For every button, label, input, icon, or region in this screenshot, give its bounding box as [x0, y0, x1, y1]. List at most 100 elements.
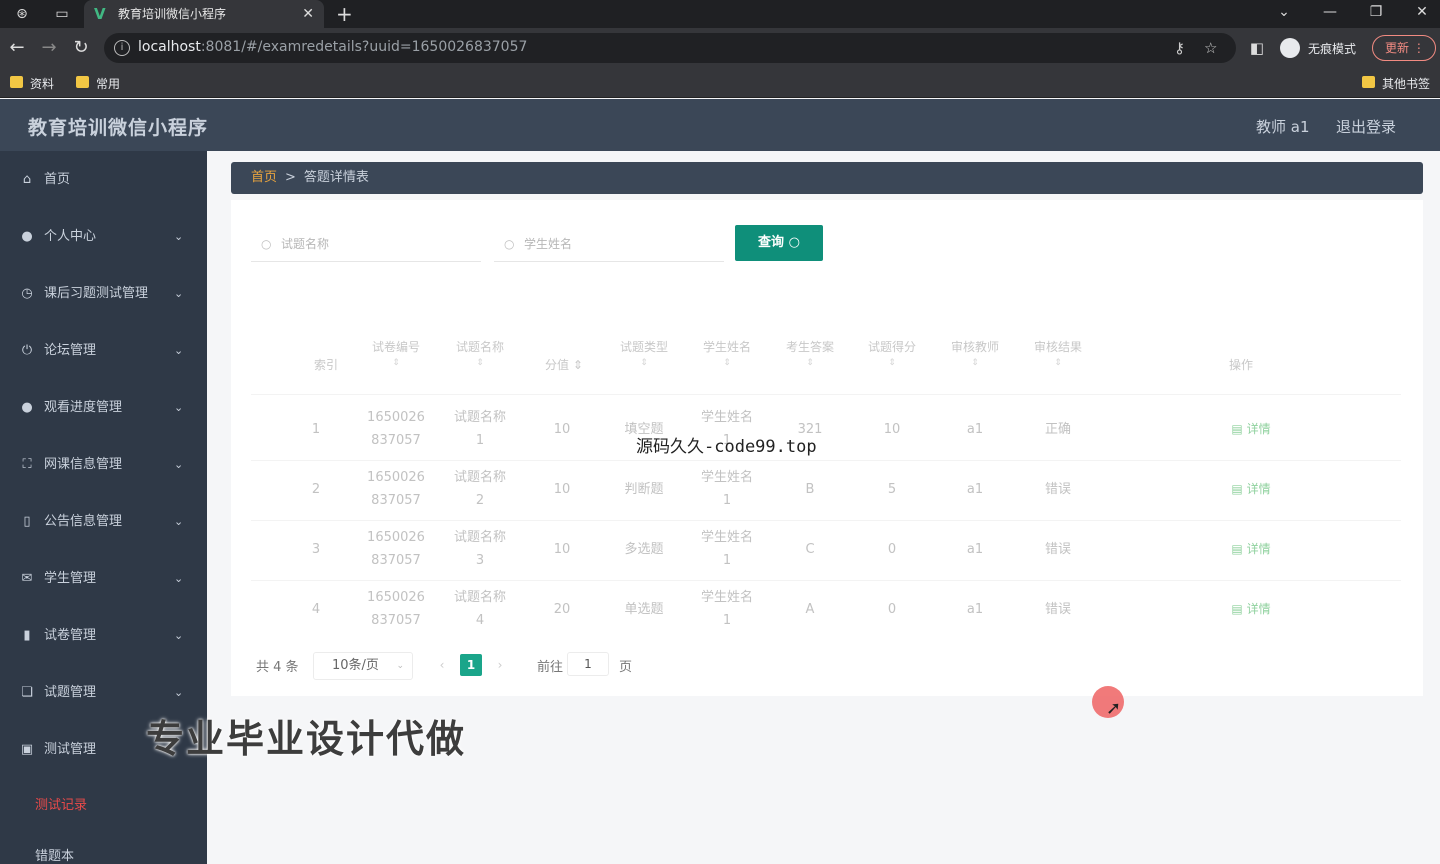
row-divider	[251, 520, 1401, 521]
cell-teacher: a1	[966, 482, 984, 497]
column-header-label: 操作	[1228, 358, 1253, 372]
search-icon: ○	[504, 237, 515, 251]
sidebar-item-profile[interactable]: ● 个人中心 ⌄	[0, 222, 207, 252]
sidebar-item-notices[interactable]: ▯ 公告信息管理 ⌄	[0, 507, 207, 537]
detail-label: 详情	[1246, 602, 1271, 616]
detail-label: 详情	[1246, 542, 1271, 556]
sidepanel-icon[interactable]: ◧	[1246, 39, 1268, 57]
sort-icon: ⇕	[392, 358, 400, 368]
url-host: localhost	[138, 39, 201, 55]
column-header[interactable]: 学生姓名 ⇕	[690, 336, 764, 368]
sidebar-item-forum[interactable]: ⏻ 论坛管理 ⌄	[0, 336, 207, 366]
new-tab-icon[interactable]: +	[336, 0, 353, 28]
folder-icon	[76, 76, 89, 88]
column-header[interactable]: 试题得分 ⇕	[855, 336, 929, 368]
key-icon[interactable]: ⚷	[1174, 39, 1185, 57]
minimize-icon[interactable]: —	[1310, 0, 1350, 28]
input-placeholder: 试题名称	[281, 237, 330, 251]
cell-text: 试题名称	[453, 590, 506, 605]
column-header-label: 考生答案	[785, 340, 834, 354]
query-button-label: 查询	[758, 235, 785, 250]
cell-result: 错误	[1044, 482, 1071, 497]
bookmark-folder[interactable]: 常用	[76, 75, 120, 92]
detail-label: 详情	[1246, 482, 1271, 496]
chevron-down-icon: ⌄	[174, 401, 184, 414]
logout-button[interactable]: 退出登录	[1336, 116, 1396, 137]
column-header[interactable]: 审核教师 ⇕	[938, 336, 1012, 368]
column-header-label: 试卷编号	[371, 340, 420, 354]
page-number-button[interactable]: 1	[460, 654, 482, 676]
goto-suffix: 页	[619, 660, 633, 675]
detail-button[interactable]: ▤ 详情	[1221, 598, 1281, 621]
bookmark-label: 常用	[96, 77, 121, 91]
user-icon: ●	[21, 400, 33, 415]
sidebar-item-questions[interactable]: ❏ 试题管理 ⌄	[0, 678, 207, 708]
cell-text: 1650026	[367, 470, 425, 485]
sort-icon: ⇕	[806, 358, 814, 368]
cell-points: 0	[887, 602, 897, 617]
cell-text: 1650026	[367, 530, 425, 545]
column-header[interactable]: 审核结果 ⇕	[1021, 336, 1095, 368]
detail-button[interactable]: ▤ 详情	[1221, 418, 1281, 441]
chevron-down-icon: ⌄	[174, 629, 184, 642]
other-bookmarks[interactable]: 其他书签	[1362, 75, 1430, 92]
cell-answer: A	[805, 602, 815, 617]
goto-page-input[interactable]: 1	[567, 652, 609, 676]
column-header[interactable]: 分值 ⇕	[527, 354, 601, 376]
chevron-down-icon[interactable]: ⌄	[1264, 0, 1304, 28]
browser-tab[interactable]: V 教育培训微信小程序 ✕	[84, 0, 324, 28]
detail-button[interactable]: ▤ 详情	[1221, 538, 1281, 561]
cell-text: 1	[722, 613, 732, 628]
chevron-down-icon: ⌄	[174, 515, 184, 528]
question-name-input[interactable]: ○ 试题名称	[251, 226, 481, 262]
column-header[interactable]: 索引	[301, 354, 351, 376]
restore-icon[interactable]: ❐	[1356, 0, 1396, 28]
student-name-input[interactable]: ○ 学生姓名	[494, 226, 724, 262]
sidebar-item-students[interactable]: ✉ 学生管理 ⌄	[0, 564, 207, 594]
cell-question: 试题名称 1	[443, 406, 517, 452]
breadcrumb-current: 答题详情表	[303, 170, 369, 185]
sidebar-item-homework[interactable]: ◷ 课后习题测试管理 ⌄	[0, 279, 207, 309]
next-page-button[interactable]: ›	[489, 654, 511, 676]
cell-text: 学生姓名	[700, 530, 753, 545]
column-header[interactable]: 试卷编号 ⇕	[359, 336, 433, 368]
sidebar-subitem-wrong-book[interactable]: 错题本	[35, 845, 74, 864]
cell-result: 错误	[1044, 542, 1071, 557]
page-size-select[interactable]: 10条/页 ⌄	[313, 652, 413, 680]
back-icon[interactable]: ←	[6, 37, 28, 58]
incognito-icon[interactable]	[1280, 38, 1300, 58]
cell-points: 5	[887, 482, 897, 497]
detail-button[interactable]: ▤ 详情	[1221, 478, 1281, 501]
prev-page-button[interactable]: ‹	[431, 654, 453, 676]
tab-overview-icon[interactable]: ▭	[52, 4, 72, 24]
globe-icon[interactable]: ⊛	[12, 4, 32, 24]
column-header-label: 学生姓名	[702, 340, 751, 354]
star-icon[interactable]: ☆	[1204, 39, 1217, 57]
sidebar-subitem-test-records[interactable]: 测试记录	[35, 794, 87, 813]
url-field[interactable]: i localhost:8081/#/examredetails?uuid=16…	[104, 33, 1236, 63]
goto-label: 前往	[537, 660, 564, 675]
column-header[interactable]: 考生答案 ⇕	[773, 336, 847, 368]
column-header-label: 试题得分	[867, 340, 916, 354]
sidebar-item-label: 测试管理	[44, 742, 97, 757]
cell-score: 10	[553, 422, 571, 437]
pagination-total: 共 4 条	[256, 660, 299, 675]
watermark-text: 源码久久-code99.top	[636, 437, 817, 457]
update-button[interactable]: 更新 ⋮	[1372, 35, 1436, 61]
close-window-icon[interactable]: ✕	[1402, 0, 1440, 28]
info-icon[interactable]: i	[114, 40, 130, 56]
bookmark-folder[interactable]: 资料	[10, 75, 54, 92]
forward-icon[interactable]: →	[38, 37, 60, 58]
query-button[interactable]: 查询 ○	[735, 225, 823, 261]
column-header[interactable]: 试题名称 ⇕	[443, 336, 517, 368]
sidebar-item-papers[interactable]: ▮ 试卷管理 ⌄	[0, 621, 207, 651]
column-header[interactable]: 试题类型 ⇕	[607, 336, 681, 368]
sidebar-item-progress[interactable]: ● 观看进度管理 ⌄	[0, 393, 207, 423]
sidebar-item-home[interactable]: ⌂ 首页	[0, 165, 207, 195]
sidebar-item-courses[interactable]: ⛶ 网课信息管理 ⌄	[0, 450, 207, 480]
reload-icon[interactable]: ↻	[70, 37, 92, 58]
cell-text: 837057	[371, 433, 421, 448]
cell-score: 10	[553, 482, 571, 497]
close-icon[interactable]: ✕	[302, 0, 314, 28]
breadcrumb-home[interactable]: 首页	[251, 170, 277, 185]
